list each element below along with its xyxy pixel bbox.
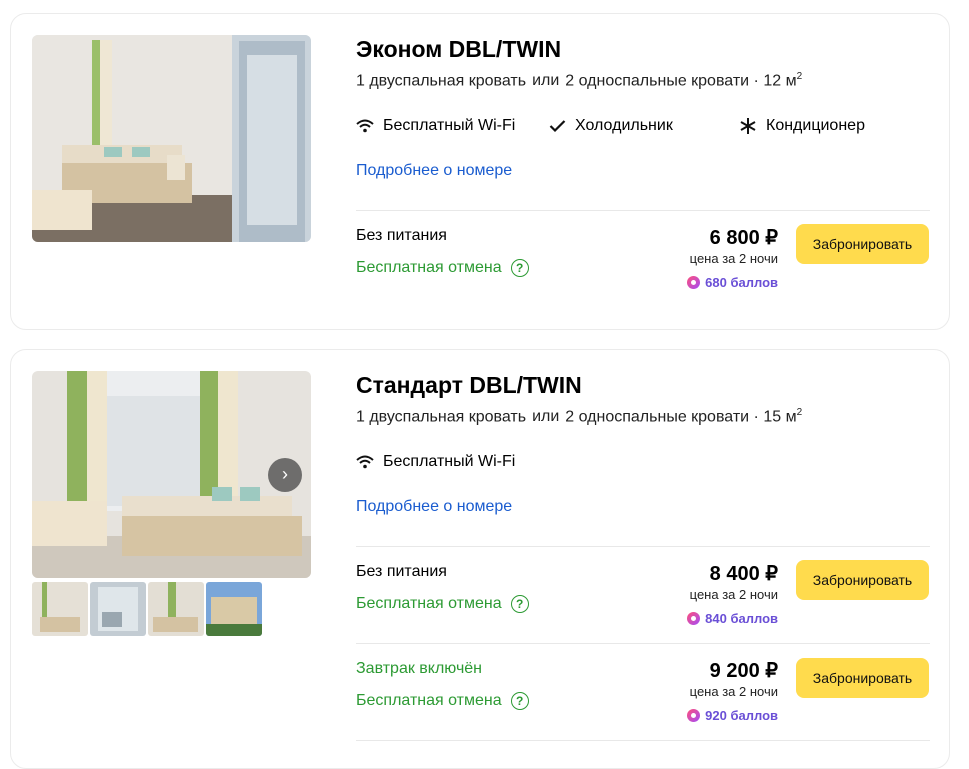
question-icon[interactable]: ? xyxy=(510,692,529,710)
free-cancellation: Бесплатная отмена? xyxy=(356,595,529,613)
book-button[interactable]: Забронировать xyxy=(796,658,929,698)
bed-double: 1 двуспальная кровать xyxy=(356,408,527,426)
points-reward: 680 баллов xyxy=(687,275,778,290)
amenity-label: Холодильник xyxy=(575,117,673,134)
bed-twin: 2 односпальные кровати xyxy=(565,408,750,426)
amenity-wifi: Бесплатный Wi-Fi xyxy=(356,117,515,135)
divider xyxy=(356,210,930,211)
room-card-econom: Эконом DBL/TWIN 1 двуспальная кровать или… xyxy=(10,13,950,330)
offer-price: 9 200 ₽ xyxy=(709,660,778,682)
checkmark-icon xyxy=(549,120,566,133)
price-period: цена за 2 ночи xyxy=(689,684,778,699)
divider xyxy=(356,643,930,644)
bed-options: 1 двуспальная кровать или 2 односпальные к… xyxy=(356,407,802,426)
price-period: цена за 2 ночи xyxy=(689,251,778,266)
room-details-link[interactable]: Подробнее о номере xyxy=(356,162,512,180)
question-icon[interactable]: ? xyxy=(510,595,529,613)
amenity-label: Бесплатный Wi-Fi xyxy=(383,453,516,470)
separator-dot: · xyxy=(753,72,759,90)
room-photo[interactable] xyxy=(32,35,311,242)
bed-twin: 2 односпальные кровати xyxy=(565,72,750,90)
offer-price: 8 400 ₽ xyxy=(709,563,778,585)
free-cancellation: Бесплатная отмена? xyxy=(356,259,529,277)
offer-price: 6 800 ₽ xyxy=(709,227,778,249)
price-period: цена за 2 ночи xyxy=(689,587,778,602)
amenity-label: Кондиционер xyxy=(766,117,865,134)
amenity-fridge: Холодильник xyxy=(549,117,673,135)
area-unit-sup: 2 xyxy=(796,71,803,82)
free-cancellation: Бесплатная отмена? xyxy=(356,692,529,710)
separator-dot: · xyxy=(753,408,759,426)
points-reward: 920 баллов xyxy=(687,708,778,723)
gallery-thumbnail[interactable] xyxy=(90,582,146,636)
area-unit-sup: 2 xyxy=(796,407,803,418)
plus-points-icon xyxy=(687,276,701,289)
book-button[interactable]: Забронировать xyxy=(796,224,929,264)
amenity-wifi: Бесплатный Wi-Fi xyxy=(356,453,515,471)
cancel-label: Бесплатная отмена xyxy=(356,259,502,276)
wifi-icon xyxy=(356,119,374,133)
bed-or: или xyxy=(532,408,560,426)
room-title: Стандарт DBL/TWIN xyxy=(356,372,582,398)
points-reward: 840 баллов xyxy=(687,611,778,626)
meal-plan: Завтрак включён xyxy=(356,660,483,677)
plus-points-icon xyxy=(687,612,701,625)
amenity-label: Бесплатный Wi-Fi xyxy=(383,117,516,134)
gallery-next-button[interactable]: › xyxy=(268,458,302,492)
bed-or: или xyxy=(532,72,560,90)
cancel-label: Бесплатная отмена xyxy=(356,692,502,709)
room-area: 15 м xyxy=(763,408,797,426)
question-icon[interactable]: ? xyxy=(510,259,529,277)
bed-options: 1 двуспальная кровать или 2 односпальные к… xyxy=(356,71,802,90)
room-details-link[interactable]: Подробнее о номере xyxy=(356,498,512,516)
wifi-icon xyxy=(356,455,374,469)
plus-points-icon xyxy=(687,709,701,722)
divider xyxy=(356,546,930,547)
points-label: 920 баллов xyxy=(705,708,778,723)
book-button[interactable]: Забронировать xyxy=(796,560,929,600)
room-area: 12 м xyxy=(763,72,797,90)
gallery-thumbnail[interactable] xyxy=(148,582,204,636)
snowflake-icon xyxy=(740,118,756,134)
meal-plan: Без питания xyxy=(356,227,447,244)
points-label: 840 баллов xyxy=(705,611,778,626)
bed-double: 1 двуспальная кровать xyxy=(356,72,527,90)
gallery-thumbnail[interactable] xyxy=(32,582,88,636)
gallery-thumbnail[interactable] xyxy=(206,582,262,636)
points-label: 680 баллов xyxy=(705,275,778,290)
divider xyxy=(356,740,930,741)
room-card-standard: › Стандарт DBL/TWIN 1 двуспальная кроват… xyxy=(10,349,950,769)
meal-plan: Без питания xyxy=(356,563,447,580)
room-title: Эконом DBL/TWIN xyxy=(356,36,562,62)
cancel-label: Бесплатная отмена xyxy=(356,595,502,612)
amenity-ac: Кондиционер xyxy=(739,117,865,135)
